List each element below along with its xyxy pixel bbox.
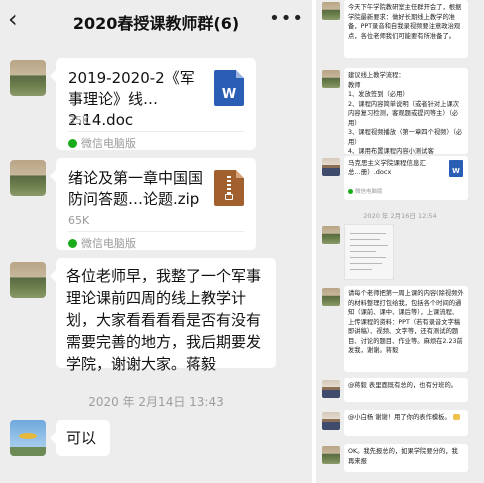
sender-avatar[interactable]: [10, 60, 46, 96]
sender-avatar[interactable]: [322, 70, 340, 88]
file-card-divider: [68, 131, 244, 132]
second-chat-screenshot: 今天下午学院教研室主任群开会了，根据学院最新要求：做好长期线上教学的准备，PPT…: [316, 0, 484, 483]
sender-avatar[interactable]: [10, 420, 46, 456]
file-name: 绪论及第一章中国国防问答题…论题.zip: [68, 169, 204, 208]
file-size: 35K: [68, 114, 90, 127]
right-message-5[interactable]: @小白杨 谢谢！用了你的表作模板。: [344, 410, 468, 436]
right-message-3[interactable]: 请每个老师把第一周上课的内容(除视频外的材料整理打包给我，包括各个时间的通知（课…: [344, 286, 468, 372]
sender-avatar[interactable]: [322, 226, 340, 244]
text-message[interactable]: 各位老师早，我整了一个军事理论课前四周的线上教学计划，大家看看看看是否有没有需要…: [50, 258, 276, 373]
message-timestamp: 2020 年 2月16日 12:54: [363, 212, 437, 220]
right-message-2[interactable]: 建议线上教学流程： 教师 1、发放签到（必用） 2、课程内容简单说明（或者针对上…: [344, 68, 468, 154]
message-timestamp: 2020 年 2月14日 13:43: [88, 395, 224, 409]
file-source: 微信电脑版: [348, 188, 383, 198]
word-doc-icon: W: [449, 160, 463, 177]
right-message-4[interactable]: @蒋毅 表里面既有总的，也有分班的。: [344, 378, 468, 402]
wechat-pc-icon: [348, 188, 353, 194]
chat-header: ‹ 2020春授课教师群(6) •••: [0, 0, 312, 40]
file-source-label: 微信电脑版: [81, 137, 136, 150]
file-card-zip[interactable]: 绪论及第一章中国国防问答题…论题.zip 65K 微信电脑版: [50, 158, 256, 251]
right-file-card[interactable]: 马克思主义学院课程信息汇总...册）.docx W 微信电脑版: [344, 156, 468, 200]
file-card-doc[interactable]: 2019-2020-2《军事理论》线…2.14.doc 35K W 微信电脑版: [50, 58, 256, 151]
right-message-6[interactable]: OK。我先报总的，如果学院要分的，我再来报: [344, 444, 468, 472]
file-name: 马克思主义学院课程信息汇总...册）.docx: [348, 159, 426, 176]
file-source-label: 微信电脑版: [355, 188, 383, 195]
sender-avatar[interactable]: [322, 412, 340, 430]
sender-avatar[interactable]: [10, 262, 46, 298]
reply-message[interactable]: 可以: [50, 420, 110, 456]
wechat-pc-icon: [68, 139, 77, 148]
sender-avatar[interactable]: [322, 2, 340, 20]
zip-archive-icon: [214, 170, 244, 206]
image-message[interactable]: [344, 224, 394, 280]
chat-title: 2020春授课教师群(6): [72, 14, 240, 33]
right-message-5-text: @小白杨 谢谢！用了你的表作模板。: [348, 414, 451, 421]
sender-avatar[interactable]: [322, 446, 340, 464]
zip-lock-shape: [225, 194, 233, 200]
word-doc-icon-label: W: [221, 87, 237, 102]
file-source: 微信电脑版: [68, 135, 136, 151]
sender-avatar[interactable]: [322, 288, 340, 306]
right-message-1[interactable]: 今天下午学院教研室主任群开会了，根据学院最新要求：做好长期线上教学的准备，PPT…: [344, 0, 468, 58]
more-dots-icon[interactable]: •••: [269, 8, 304, 29]
file-card-divider: [68, 231, 244, 232]
sender-avatar[interactable]: [322, 158, 340, 176]
zip-zipper-shape: [227, 176, 231, 194]
file-size: 65K: [68, 214, 90, 227]
emoji-icon: [452, 414, 460, 420]
word-doc-icon: W: [214, 70, 244, 106]
chat-window: ‹ 2020春授课教师群(6) ••• 2019-2020-2《军事理论》线…2…: [0, 0, 312, 483]
file-source: 微信电脑版: [68, 235, 136, 251]
sender-avatar[interactable]: [10, 160, 46, 196]
file-source-label: 微信电脑版: [81, 237, 136, 250]
wechat-pc-icon: [68, 239, 77, 248]
sender-avatar[interactable]: [322, 380, 340, 398]
